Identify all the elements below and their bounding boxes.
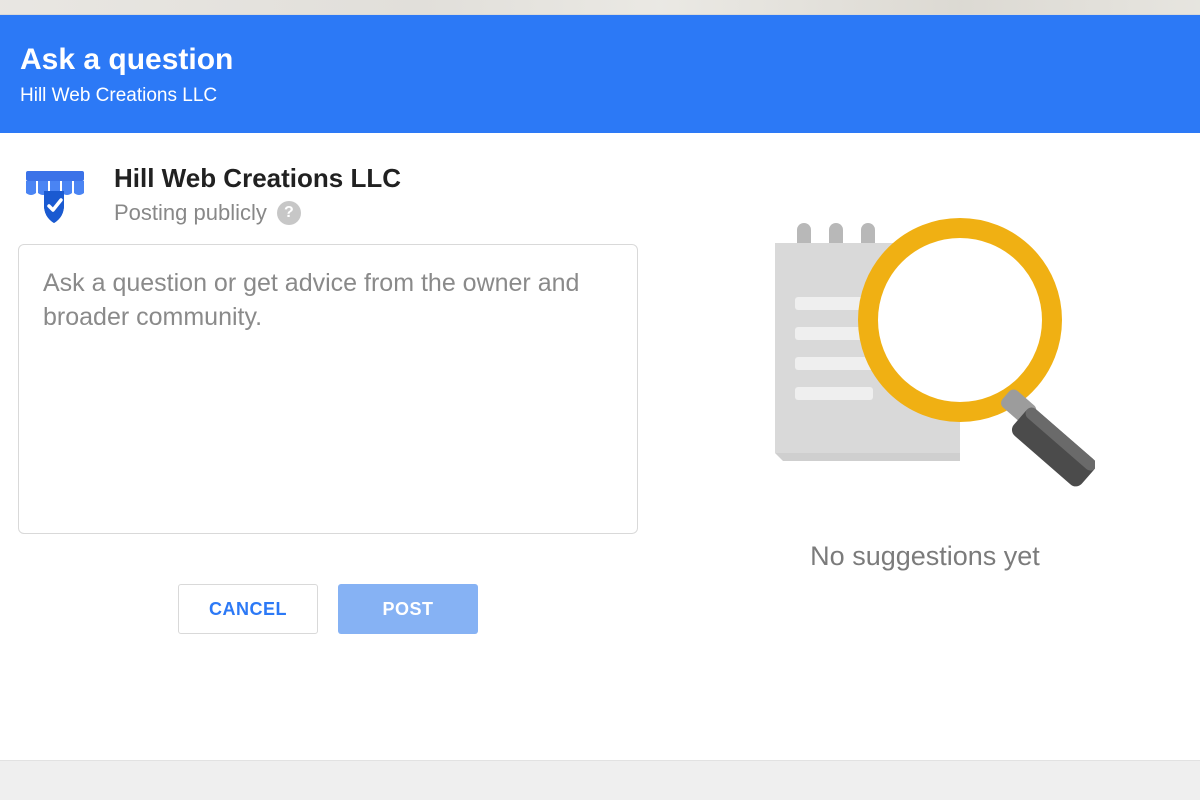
empty-suggestions-illustration	[755, 215, 1095, 505]
ask-question-panel: Ask a question Hill Web Creations LLC	[0, 14, 1200, 800]
author-row: Hill Web Creations LLC Posting publicly …	[18, 155, 638, 244]
help-icon[interactable]: ?	[277, 201, 301, 225]
background-strip	[0, 0, 1200, 14]
action-row: CANCEL POST	[18, 584, 638, 634]
cancel-button[interactable]: CANCEL	[178, 584, 318, 634]
compose-column: Hill Web Creations LLC Posting publicly …	[18, 155, 638, 750]
panel-subtitle: Hill Web Creations LLC	[20, 85, 1180, 107]
question-textarea[interactable]	[18, 244, 638, 534]
storefront-verified-icon	[20, 161, 90, 225]
suggestions-column: No suggestions yet	[668, 155, 1182, 750]
app-frame: Ask a question Hill Web Creations LLC	[0, 0, 1200, 800]
suggestions-empty-label: No suggestions yet	[810, 541, 1040, 572]
author-name: Hill Web Creations LLC	[114, 163, 401, 194]
post-button[interactable]: POST	[338, 584, 478, 634]
panel-body: Hill Web Creations LLC Posting publicly …	[0, 133, 1200, 760]
posting-visibility: Posting publicly ?	[114, 200, 401, 226]
author-meta: Hill Web Creations LLC Posting publicly …	[114, 161, 401, 226]
footer-strip	[0, 760, 1200, 800]
panel-title: Ask a question	[20, 43, 1180, 77]
panel-header: Ask a question Hill Web Creations LLC	[0, 15, 1200, 133]
posting-visibility-label: Posting publicly	[114, 200, 267, 226]
